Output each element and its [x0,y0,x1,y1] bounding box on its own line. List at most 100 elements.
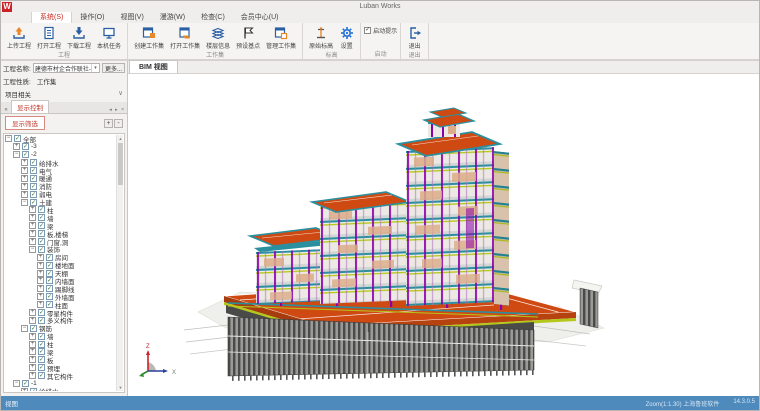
tree-scrollbar[interactable]: ▲ ▼ [116,135,123,391]
checkbox-icon[interactable]: ✓ [364,27,371,34]
tree-node[interactable]: +✓板 [5,356,116,364]
expand-node-icon[interactable]: + [13,143,20,150]
expand-node-icon[interactable]: + [21,191,28,198]
checkbox-icon[interactable]: ✓ [30,183,37,190]
expand-node-icon[interactable]: + [29,238,36,245]
checkbox-icon[interactable]: ✓ [30,159,37,166]
expand-node-icon[interactable]: + [29,309,36,316]
expand-node-icon[interactable]: + [37,285,44,292]
ribbon-button-local-task[interactable]: 本机任务 [94,23,124,50]
checkbox-icon[interactable]: ✓ [38,356,45,363]
ribbon-button-elevation[interactable]: 原始标高 [306,23,336,50]
collapse-node-icon[interactable]: − [5,135,12,142]
checkbox-icon[interactable]: ✓ [38,230,45,237]
tree-node[interactable]: +✓柱 [5,340,116,348]
tab-bim-view[interactable]: BIM 视图 [129,60,178,73]
expand-node-icon[interactable]: + [21,183,28,190]
checkbox-icon[interactable]: ✓ [46,285,53,292]
collapse-all-button[interactable]: - [114,119,123,128]
ribbon-button-upload-project[interactable]: 上传工程 [4,23,34,50]
tab-scroll-arrows[interactable]: ◂ ▸ × [109,107,127,113]
collapse-node-icon[interactable]: − [29,246,36,253]
checkbox-icon[interactable]: ✓ [22,143,29,150]
ribbon-button-settings[interactable]: 设置 [336,23,357,50]
expand-node-icon[interactable]: + [21,175,28,182]
tree-node[interactable]: +✓多义构件 [5,316,116,324]
checkbox-icon[interactable]: ✓ [46,262,53,269]
ribbon-button-open-project[interactable]: 打开工程 [34,23,64,50]
scrollbar-thumb[interactable] [118,143,123,185]
menu-item[interactable]: 检查(C) [193,11,233,23]
expand-node-icon[interactable]: + [21,167,28,174]
tree-node[interactable]: −✓-1 [5,380,116,388]
tree-node[interactable]: −✓土建 [5,198,116,206]
chevron-collapse-icon[interactable]: ∨ [118,89,123,99]
expand-node-icon[interactable]: + [37,301,44,308]
checkbox-icon[interactable]: ✓ [22,380,29,387]
tree-node[interactable]: +✓给排水 [5,388,116,392]
expand-node-icon[interactable]: + [37,262,44,269]
expand-node-icon[interactable]: + [29,230,36,237]
panel-collapse-icon[interactable]: « [1,107,11,113]
checkbox-icon[interactable]: ✓ [30,199,37,206]
scroll-down-icon[interactable]: ▼ [117,384,124,391]
checkbox-icon[interactable]: ✓ [38,246,45,253]
tree-node[interactable]: +✓其它构件 [5,372,116,380]
checkbox-icon[interactable]: ✓ [30,175,37,182]
expand-node-icon[interactable]: + [29,222,36,229]
expand-node-icon[interactable]: + [37,293,44,300]
tree-node[interactable]: −✓全部 [5,135,116,143]
menu-item[interactable]: 漫游(W) [152,11,193,23]
expand-node-icon[interactable]: + [29,341,36,348]
expand-node-icon[interactable]: + [29,206,36,213]
checkbox-icon[interactable]: ✓ [38,348,45,355]
expand-node-icon[interactable]: + [37,277,44,284]
ribbon-button-floor-info[interactable]: 楼层信息 [203,23,233,50]
chevron-down-icon[interactable]: ▾ [91,64,99,72]
expand-node-icon[interactable]: + [21,159,28,166]
expand-node-icon[interactable]: + [29,214,36,221]
expand-node-icon[interactable]: + [29,348,36,355]
checkbox-icon[interactable]: ✓ [46,270,53,277]
more-button[interactable]: 更多... [102,63,125,73]
display-filter-button[interactable]: 显示筛选 [5,116,45,130]
checkbox-icon[interactable]: ✓ [14,135,21,142]
tree-node[interactable]: +✓墙 [5,332,116,340]
checkbox-icon[interactable]: ✓ [38,309,45,316]
menu-item[interactable]: 操作(O) [72,11,112,23]
checkbox-icon[interactable]: ✓ [30,167,37,174]
checkbox-icon[interactable]: ✓ [46,293,53,300]
tree-node[interactable]: +✓-3 [5,143,116,151]
checkbox-icon[interactable]: ✓ [38,372,45,379]
tree-node[interactable]: +✓柱 [5,206,116,214]
checkbox-icon[interactable]: ✓ [38,214,45,221]
expand-node-icon[interactable]: + [37,270,44,277]
checkbox-icon[interactable]: ✓ [46,254,53,261]
checkbox-icon[interactable]: ✓ [38,222,45,229]
expand-node-icon[interactable]: + [29,317,36,324]
checkbox-icon[interactable]: ✓ [38,238,45,245]
checkbox-icon[interactable]: ✓ [22,151,29,158]
menu-item[interactable]: 会员中心(U) [233,11,287,23]
tree-node[interactable]: −✓钢筋 [5,324,116,332]
checkbox-icon[interactable]: ✓ [38,333,45,340]
checkbox-icon[interactable]: ✓ [30,325,37,332]
expand-node-icon[interactable]: + [29,372,36,379]
tree-node[interactable]: +✓消防 [5,182,116,190]
expand-node-icon[interactable]: + [37,254,44,261]
checkbox-icon[interactable]: ✓ [30,191,37,198]
checkbox-icon[interactable]: ✓ [38,341,45,348]
tree-node[interactable]: +✓门窗,洞 [5,238,116,246]
expand-node-icon[interactable]: + [29,356,36,363]
bim-3d-viewport[interactable]: Z X [128,74,759,396]
menu-item[interactable]: 视图(V) [112,11,151,23]
ribbon-button-download-project[interactable]: 下载工程 [64,23,94,50]
tree-node[interactable]: +✓给排水 [5,159,116,167]
tree-node[interactable]: +✓暖通 [5,174,116,182]
collapse-node-icon[interactable]: − [21,325,28,332]
expand-node-icon[interactable]: + [29,364,36,371]
checkbox-icon[interactable]: ✓ [46,277,53,284]
ribbon-button-create-workset[interactable]: 创建工作集 [131,23,167,50]
ribbon-button-exit[interactable]: 退出 [404,23,425,50]
collapse-node-icon[interactable]: − [13,380,20,387]
